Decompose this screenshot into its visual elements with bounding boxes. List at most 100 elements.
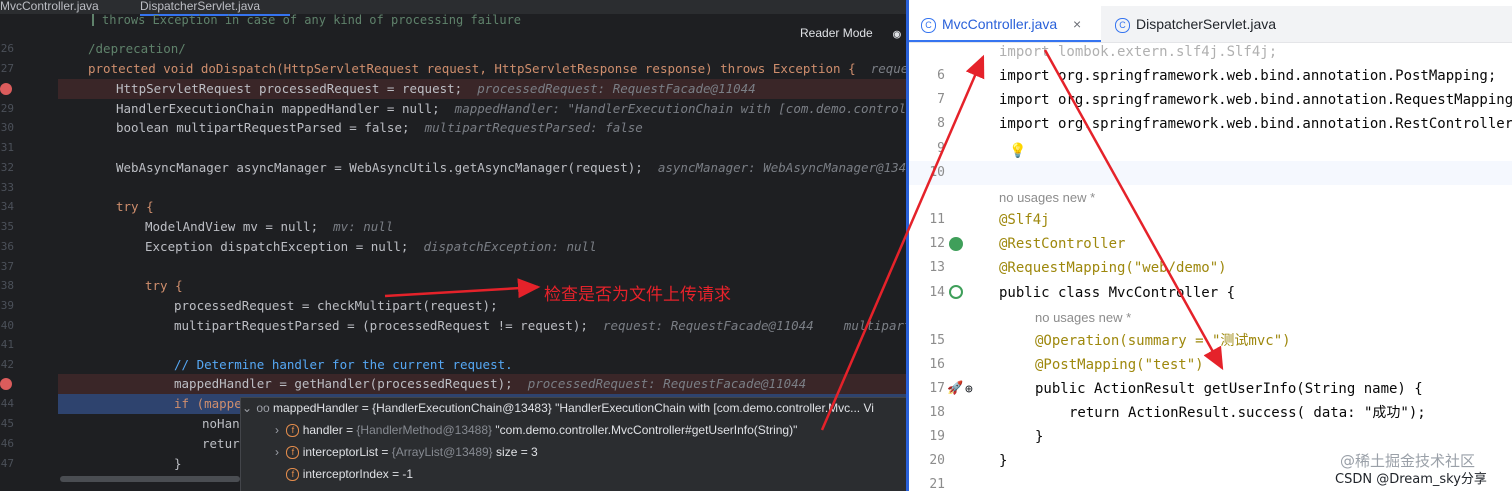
code-text: ModelAndView mv = null;	[145, 219, 319, 234]
line-number: 21	[929, 477, 945, 491]
code-line: @RequestMapping("web/demo")	[999, 260, 1227, 276]
line-number: 41	[0, 338, 14, 351]
code-text: multipartRequestParsed = (processedReque…	[174, 318, 588, 333]
line-number: 38	[0, 279, 14, 292]
line-number: 30	[0, 121, 14, 134]
line-number: 47	[0, 457, 14, 470]
field-value: = -1	[392, 467, 414, 481]
chevron-down-icon[interactable]: ⌄	[241, 398, 253, 418]
current-line-highlight	[909, 161, 1512, 185]
spring-bean-icon[interactable]	[949, 237, 963, 251]
code-line: if (mappe	[174, 396, 242, 411]
field-icon: f	[286, 468, 300, 482]
line-number: 13	[929, 260, 945, 275]
popup-field-row[interactable]: › f handler = {HandlerMethod@13488} "com…	[241, 420, 906, 440]
code-line: import org.springframework.web.bind.anno…	[999, 64, 1496, 88]
line-number: 17	[929, 381, 945, 396]
line-number: 35	[0, 220, 14, 233]
code-text: HandlerExecutionChain mappedHandler = nu…	[116, 101, 440, 116]
code-line: HttpServletRequest processedRequest = re…	[116, 79, 756, 99]
reader-mode-button[interactable]: Reader Mode	[800, 26, 873, 40]
field-name: interceptorList	[302, 445, 379, 459]
popup-field-row[interactable]: › f interceptorList = {ArrayList@13489} …	[241, 442, 906, 462]
code-line: boolean multipartRequestParsed = false; …	[116, 118, 643, 138]
line-number: 18	[929, 405, 945, 420]
code-line: public ActionResult getUserInfo(String n…	[1035, 381, 1423, 397]
code-line: noHan	[202, 416, 240, 431]
usages-hint[interactable]: no usages new *	[1035, 310, 1131, 325]
line-number: 42	[0, 358, 14, 371]
line-number: 36	[0, 240, 14, 253]
code-line: return ActionResult.success( data: "成功")…	[1069, 405, 1426, 421]
code-line: @Operation(summary = "测试mvc")	[1035, 333, 1291, 349]
line-number: 32	[0, 161, 14, 174]
line-number: 45	[0, 417, 14, 430]
field-value: size = 3	[496, 445, 538, 459]
chevron-right-icon[interactable]: ›	[271, 420, 283, 440]
horizontal-scrollbar[interactable]	[60, 476, 240, 482]
code-text: mappedHandler = getHandler(processedRequ…	[174, 376, 513, 391]
left-editor: MvcController.java DispatcherServlet.jav…	[0, 0, 906, 491]
code-line: retur	[202, 436, 240, 451]
field-icon: f	[286, 424, 300, 438]
line-number: 16	[929, 357, 945, 372]
line-number: 37	[0, 260, 14, 273]
debugger-value-popup[interactable]: ⌄ oo mappedHandler = {HandlerExecutionCh…	[240, 397, 906, 491]
tab-label: DispatcherServlet.java	[1136, 16, 1277, 32]
lightbulb-icon[interactable]: 💡	[1009, 143, 1026, 159]
code-text: boolean multipartRequestParsed = false;	[116, 120, 410, 135]
code-line: import lombok.extern.slf4j.Slf4j;	[999, 40, 1277, 64]
watch-glasses-icon: oo	[256, 401, 270, 415]
line-number: 12	[929, 236, 945, 251]
line-number: 34	[0, 200, 14, 213]
globe-icon[interactable]: ⊕	[965, 382, 973, 397]
inline-hint: processedRequest: RequestFacade@11044	[527, 376, 807, 391]
code-line: }	[999, 453, 1008, 469]
code-text: import org.springframework.web.bind.anno…	[999, 92, 1512, 108]
field-name: handler	[302, 423, 343, 437]
code-line: @PostMapping("test")	[1035, 357, 1204, 373]
inline-hint: multipartRequestParsed: false	[424, 120, 643, 135]
chevron-right-icon[interactable]: ›	[271, 442, 283, 462]
code-line: }	[1035, 429, 1044, 445]
breakpoint-icon[interactable]	[0, 378, 12, 390]
code-line: import org.springframework.web.bind.anno…	[999, 88, 1512, 112]
line-number: 44	[0, 397, 14, 410]
line-number: 14	[929, 285, 945, 300]
java-class-icon: C	[921, 17, 936, 33]
line-number: 26	[0, 42, 14, 55]
popup-root-text: mappedHandler = {HandlerExecutionChain@1…	[273, 401, 874, 415]
code-text: Exception dispatchException = null;	[145, 239, 409, 254]
annotation-label: 检查是否为文件上传请求	[544, 285, 731, 305]
line-number: 15	[929, 333, 945, 348]
inline-hint: dispatchException: null	[423, 239, 597, 254]
tab-dispatcherservlet[interactable]: C DispatcherServlet.java	[1115, 16, 1276, 33]
eye-icon[interactable]: ◉	[893, 27, 901, 42]
spring-bean-icon[interactable]	[949, 285, 963, 299]
code-line: ModelAndView mv = null; mv: null	[145, 217, 393, 237]
field-type: {ArrayList@13489}	[391, 445, 493, 459]
popup-field-row[interactable]: f interceptorIndex = -1	[241, 464, 906, 484]
inline-hint: mv: null	[333, 219, 394, 234]
line-number: 27	[0, 62, 14, 75]
inline-hint: request: R	[870, 61, 906, 76]
inline-hint: request: RequestFacade@11044 multipartRe…	[602, 318, 906, 333]
close-icon[interactable]: ×	[1073, 16, 1081, 32]
line-number: 19	[929, 429, 945, 444]
right-tab-bar: C MvcController.java × C DispatcherServlet…	[909, 6, 1512, 43]
inline-hint: mappedHandler: "HandlerExecutionChain wi…	[454, 101, 906, 116]
tab-mvccontroller[interactable]: C MvcController.java ×	[921, 16, 1081, 33]
rocket-icon[interactable]: 🚀	[947, 381, 963, 396]
code-text: import org.springframework.web.bind.anno…	[999, 116, 1512, 132]
line-number: 40	[0, 319, 14, 332]
line-number: 7	[937, 92, 945, 107]
code-line: try {	[145, 278, 183, 293]
right-editor: C MvcController.java × C DispatcherServlet…	[906, 0, 1512, 491]
tab-mvccontroller[interactable]: MvcController.java	[0, 0, 104, 14]
tab-label: MvcController.java	[942, 16, 1058, 32]
field-name: interceptorIndex	[302, 467, 389, 481]
line-number: 8	[937, 116, 945, 131]
usages-hint[interactable]: no usages new *	[999, 190, 1095, 205]
breakpoint-icon[interactable]	[0, 83, 12, 95]
popup-root-row[interactable]: ⌄ oo mappedHandler = {HandlerExecutionCh…	[241, 398, 906, 418]
